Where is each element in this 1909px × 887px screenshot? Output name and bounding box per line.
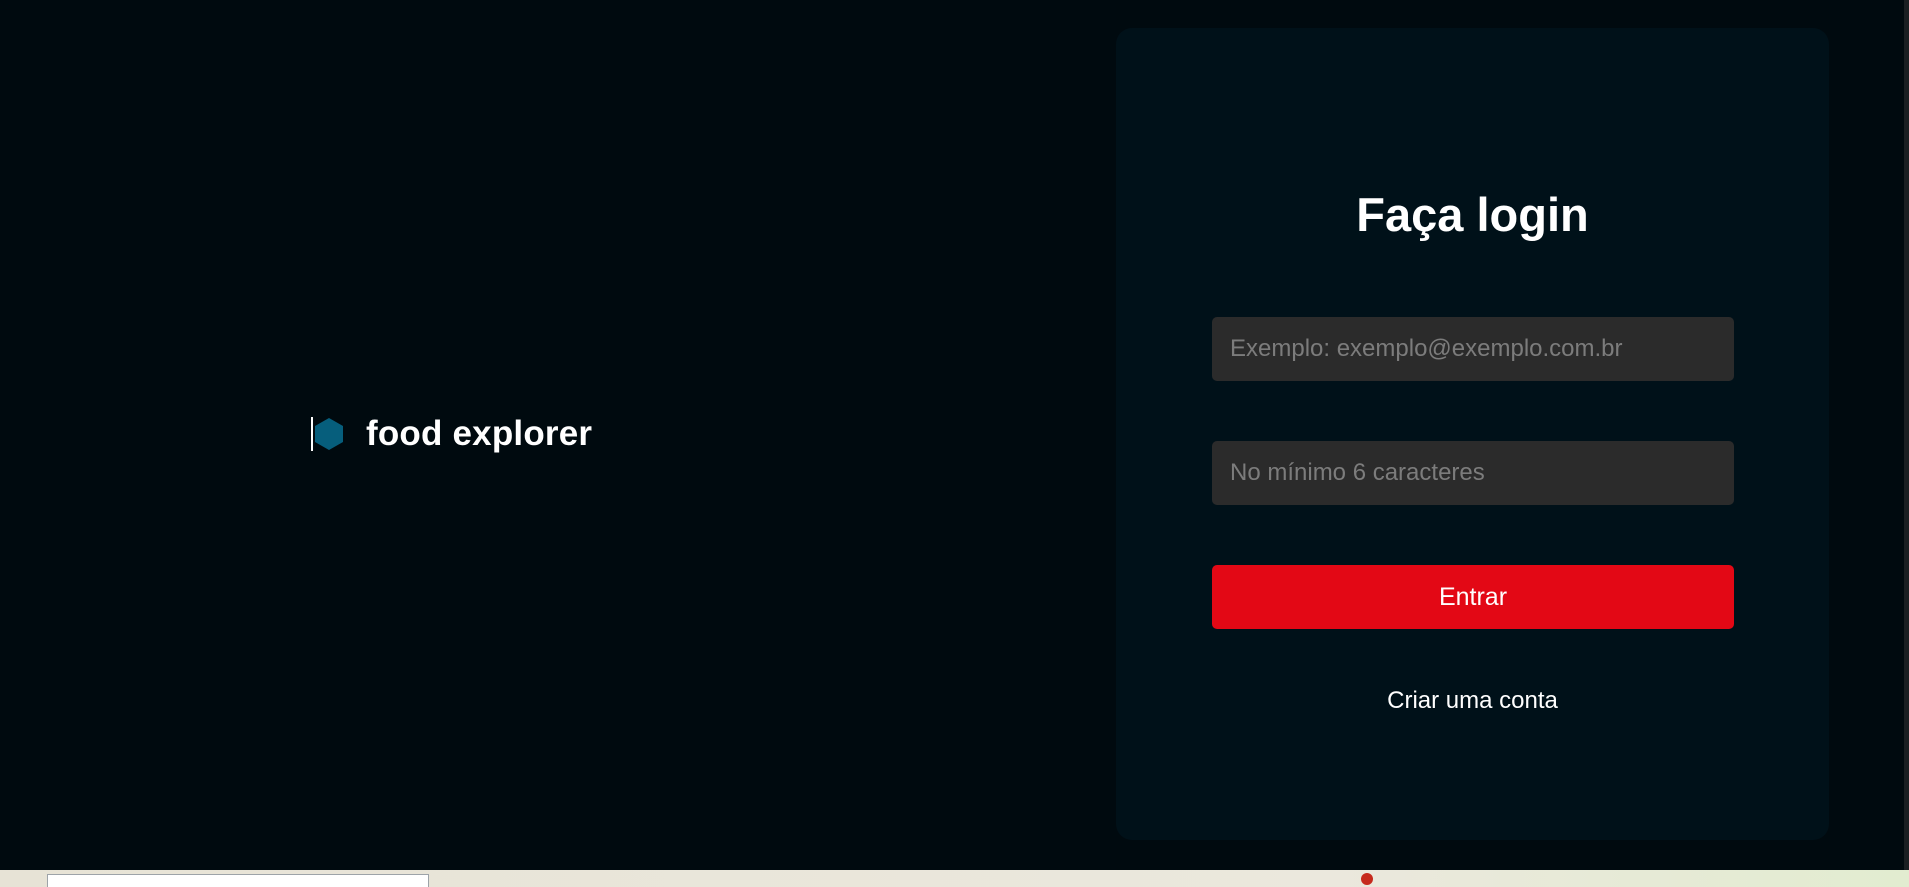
brand-name: food explorer [366,414,593,453]
email-field[interactable] [1212,317,1734,381]
window-edge [1904,0,1909,870]
login-card: Faça login Entrar Criar uma conta [1116,28,1829,840]
create-account-link[interactable]: Criar uma conta [1116,687,1829,715]
text-cursor [311,417,313,451]
password-field[interactable] [1212,441,1734,505]
taskbar [0,870,1909,887]
brand: food explorer [311,410,592,458]
notification-badge-icon [1361,873,1373,885]
hexagon-logo-icon [314,417,344,451]
taskbar-window-button[interactable] [47,874,429,887]
login-button[interactable]: Entrar [1212,565,1734,629]
page-title: Faça login [1356,188,1589,241]
app-window: food explorer Faça login Entrar Criar um… [0,0,1904,870]
